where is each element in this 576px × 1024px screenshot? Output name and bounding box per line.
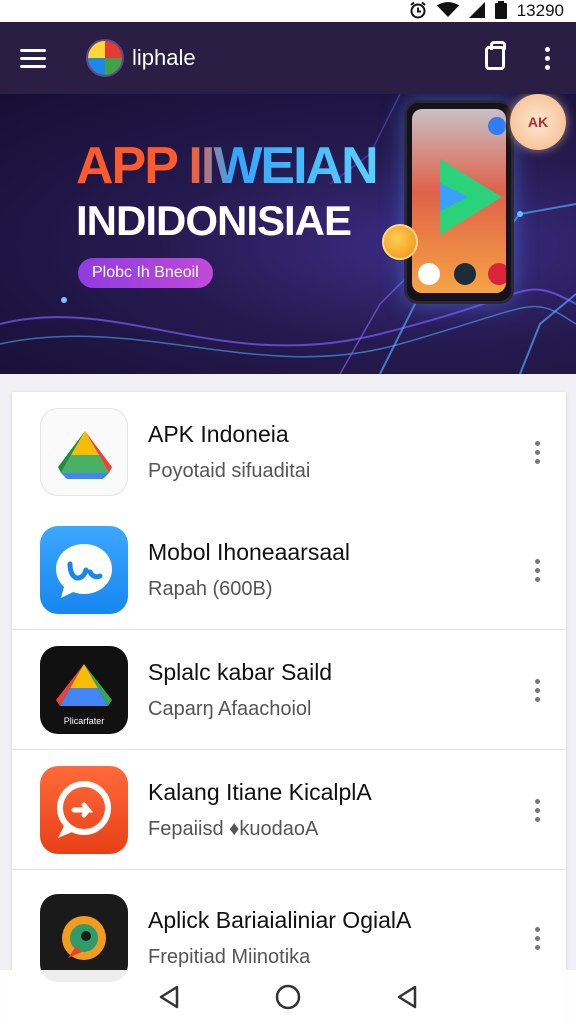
more-options-icon[interactable] — [529, 921, 546, 956]
music-icon — [488, 263, 506, 285]
app-subtitle: Rapah (600B) — [148, 578, 273, 600]
recents-triangle-icon — [397, 985, 416, 1009]
media-icon — [454, 263, 476, 285]
shopping-bag-icon[interactable] — [485, 41, 506, 70]
more-options-icon[interactable] — [529, 553, 546, 588]
drive-icon — [40, 408, 128, 496]
app-subtitle: Poyotaid sifuaditai — [148, 460, 311, 482]
list-item[interactable]: Plicarfater Splalc kabar Saild Caparŋ Af… — [12, 630, 566, 750]
app-subtitle: Caparŋ Afaachoiol — [148, 698, 312, 720]
rocket-icon — [40, 894, 128, 982]
clock-time: 13290 — [516, 1, 564, 20]
icon-caption: Plicarfater — [63, 716, 105, 726]
home-button[interactable] — [268, 977, 308, 1017]
phone-illustration — [404, 100, 514, 304]
battery-icon — [494, 0, 507, 22]
wifi-icon — [436, 1, 459, 21]
list-item[interactable]: APK Indoneia Poyotaid sifuaditai — [12, 392, 566, 512]
alarm-icon — [409, 1, 427, 22]
more-options-icon[interactable] — [529, 673, 546, 708]
overflow-menu-icon[interactable] — [539, 43, 556, 74]
app-name: Splalc kabar Saild — [148, 659, 333, 685]
app-name: Aplick Bariaialiniar OgialA — [148, 907, 412, 933]
recents-button[interactable] — [387, 977, 427, 1017]
app-logo — [86, 39, 124, 77]
more-options-icon[interactable] — [529, 793, 546, 828]
banner-cta-button[interactable]: Plobc Ih Bneoil — [78, 258, 213, 288]
back-button[interactable] — [149, 977, 189, 1017]
banner-subheadline: INDIDONISIAE — [76, 197, 352, 244]
status-bar: 13290 — [0, 0, 576, 22]
drive-dark-icon: Plicarfater — [40, 646, 128, 734]
list-item[interactable]: Kalang Itiane KicalplA Fepaiisd ♦kuodaoA — [12, 750, 566, 870]
app-name: Mobol Ihoneaarsaal — [148, 539, 351, 565]
app-subtitle: Frepitiad Miinotika — [148, 946, 311, 968]
avatar-icon — [418, 263, 440, 285]
coin-icon — [382, 224, 418, 260]
app-title: liphale — [132, 45, 196, 70]
app-subtitle: Fepaiisd ♦kuodaoA — [148, 818, 319, 840]
message-icon — [40, 766, 128, 854]
apk-badge: AK — [510, 94, 566, 150]
home-circle-icon — [275, 984, 301, 1010]
list-item[interactable]: Mobol Ihoneaarsaal Rapah (600B) — [12, 510, 566, 630]
app-name: Kalang Itiane KicalplA — [148, 779, 372, 805]
chat-icon — [488, 117, 506, 135]
app-list: APK Indoneia Poyotaid sifuaditai Mobol I… — [12, 392, 566, 1024]
app-bar: liphale — [0, 22, 576, 94]
system-nav-bar — [0, 970, 576, 1024]
chat-bubble-icon — [40, 526, 128, 614]
more-options-icon[interactable] — [529, 435, 546, 470]
app-name: APK Indoneia — [148, 421, 289, 447]
signal-icon — [468, 1, 485, 21]
back-triangle-icon — [160, 985, 179, 1009]
promo-banner[interactable]: APP IIWEIAN INDIDONISIAE Plobc Ih Bneoil… — [0, 94, 576, 374]
banner-headline: APP IIWEIAN — [76, 137, 379, 195]
menu-button[interactable] — [20, 39, 58, 77]
